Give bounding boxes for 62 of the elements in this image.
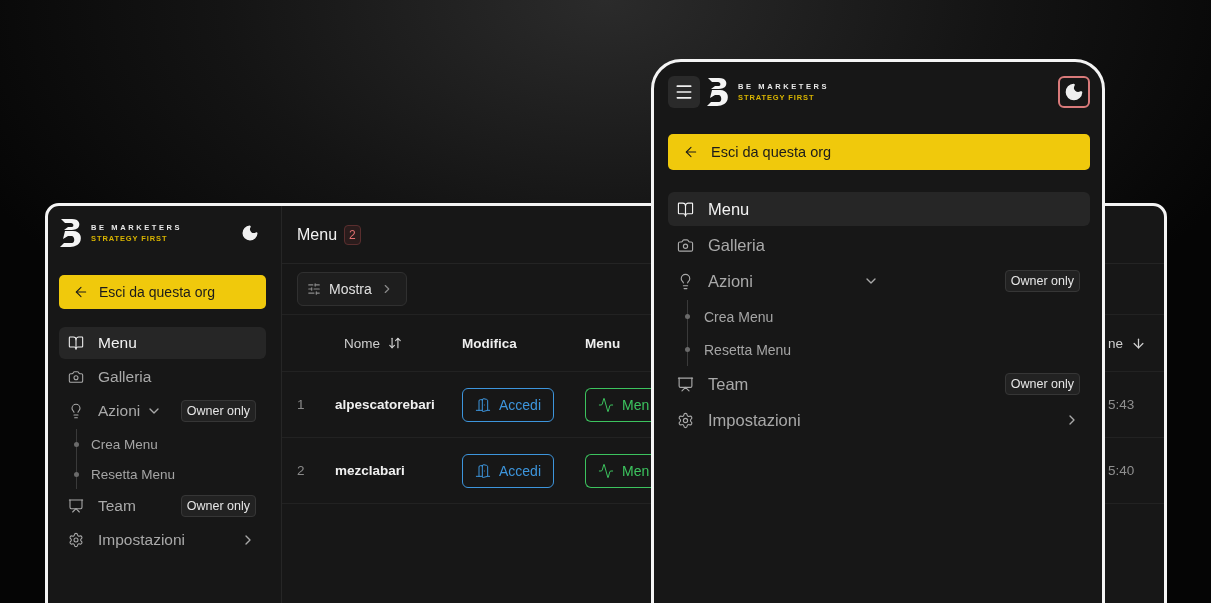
nav-item[interactable]: Impostazioni bbox=[59, 524, 266, 556]
name-cell-text: mezclabari bbox=[335, 463, 406, 478]
nav-item[interactable]: Team Owner only bbox=[59, 490, 266, 522]
time-cell-text: 5:43 bbox=[1108, 397, 1136, 412]
moon-icon bbox=[241, 224, 259, 242]
row-index: 1 bbox=[297, 397, 306, 412]
theme-toggle-button[interactable] bbox=[1058, 76, 1090, 108]
row-index: 2 bbox=[297, 463, 306, 478]
lightbulb-icon bbox=[68, 403, 84, 419]
exit-org-button[interactable]: Esci da questa org bbox=[668, 134, 1090, 170]
count-badge: 2 bbox=[344, 224, 361, 245]
nav-item[interactable]: Menu bbox=[59, 327, 266, 359]
exit-org-button[interactable]: Esci da questa org bbox=[59, 275, 266, 309]
door-icon bbox=[475, 462, 491, 479]
nav-item[interactable]: Team Owner only bbox=[668, 367, 1090, 401]
column-header: Modifica bbox=[462, 335, 517, 351]
owner-badge: Owner only bbox=[1004, 270, 1080, 292]
door-icon bbox=[475, 396, 491, 413]
logo-icon bbox=[59, 218, 83, 248]
column-header: Nome bbox=[335, 335, 402, 351]
owner-badge: Owner only bbox=[1004, 373, 1080, 395]
camera-icon bbox=[677, 236, 694, 254]
presentation-icon bbox=[677, 375, 694, 393]
name-cell-text: alpescatorebari bbox=[335, 397, 436, 412]
column-header: ne bbox=[1108, 335, 1147, 351]
nav-item[interactable]: Galleria bbox=[59, 361, 266, 393]
bullet-dot bbox=[685, 314, 690, 319]
nav-item[interactable]: Galleria bbox=[668, 228, 1090, 262]
book-icon bbox=[677, 200, 694, 218]
owner-badge: Owner only bbox=[180, 400, 256, 422]
sub-nav-item[interactable]: Resetta Menu bbox=[704, 341, 792, 358]
presentation-icon bbox=[68, 498, 84, 514]
time-cell-text: 5:40 bbox=[1108, 463, 1136, 478]
owner-badge: Owner only bbox=[180, 495, 256, 517]
book-icon bbox=[68, 335, 84, 351]
nav-item[interactable]: Azioni Owner only bbox=[59, 395, 266, 427]
menu-icon bbox=[674, 82, 694, 102]
sub-nav-item[interactable]: Crea Menu bbox=[704, 308, 774, 325]
bullet-dot bbox=[74, 441, 79, 447]
show-button[interactable]: Mostra bbox=[297, 272, 407, 306]
settings-icon bbox=[68, 532, 84, 548]
sort-icon[interactable] bbox=[388, 336, 402, 350]
nav-item[interactable]: Menu bbox=[668, 192, 1090, 226]
settings-icon bbox=[677, 411, 694, 429]
bullet-dot bbox=[685, 347, 690, 352]
access-button[interactable]: Accedi bbox=[462, 387, 554, 422]
sliders-icon bbox=[307, 282, 321, 296]
column-header: Menu bbox=[585, 335, 621, 351]
access-button[interactable]: Accedi bbox=[462, 453, 554, 488]
activity-icon bbox=[598, 462, 614, 479]
nav-item[interactable]: Impostazioni bbox=[668, 403, 1090, 437]
sort-down-icon[interactable] bbox=[1131, 335, 1147, 351]
page-title: Menu bbox=[297, 225, 338, 244]
menu-button[interactable] bbox=[668, 76, 700, 108]
activity-icon bbox=[598, 396, 614, 413]
sub-nav-item[interactable]: Crea Menu bbox=[91, 436, 158, 452]
bullet-dot bbox=[74, 471, 79, 477]
logo-icon bbox=[706, 77, 730, 107]
camera-icon bbox=[68, 369, 84, 385]
moon-icon bbox=[1064, 82, 1084, 102]
nav-item[interactable]: Azioni Owner only bbox=[668, 264, 1090, 298]
sub-nav-item[interactable]: Resetta Menu bbox=[91, 466, 176, 482]
